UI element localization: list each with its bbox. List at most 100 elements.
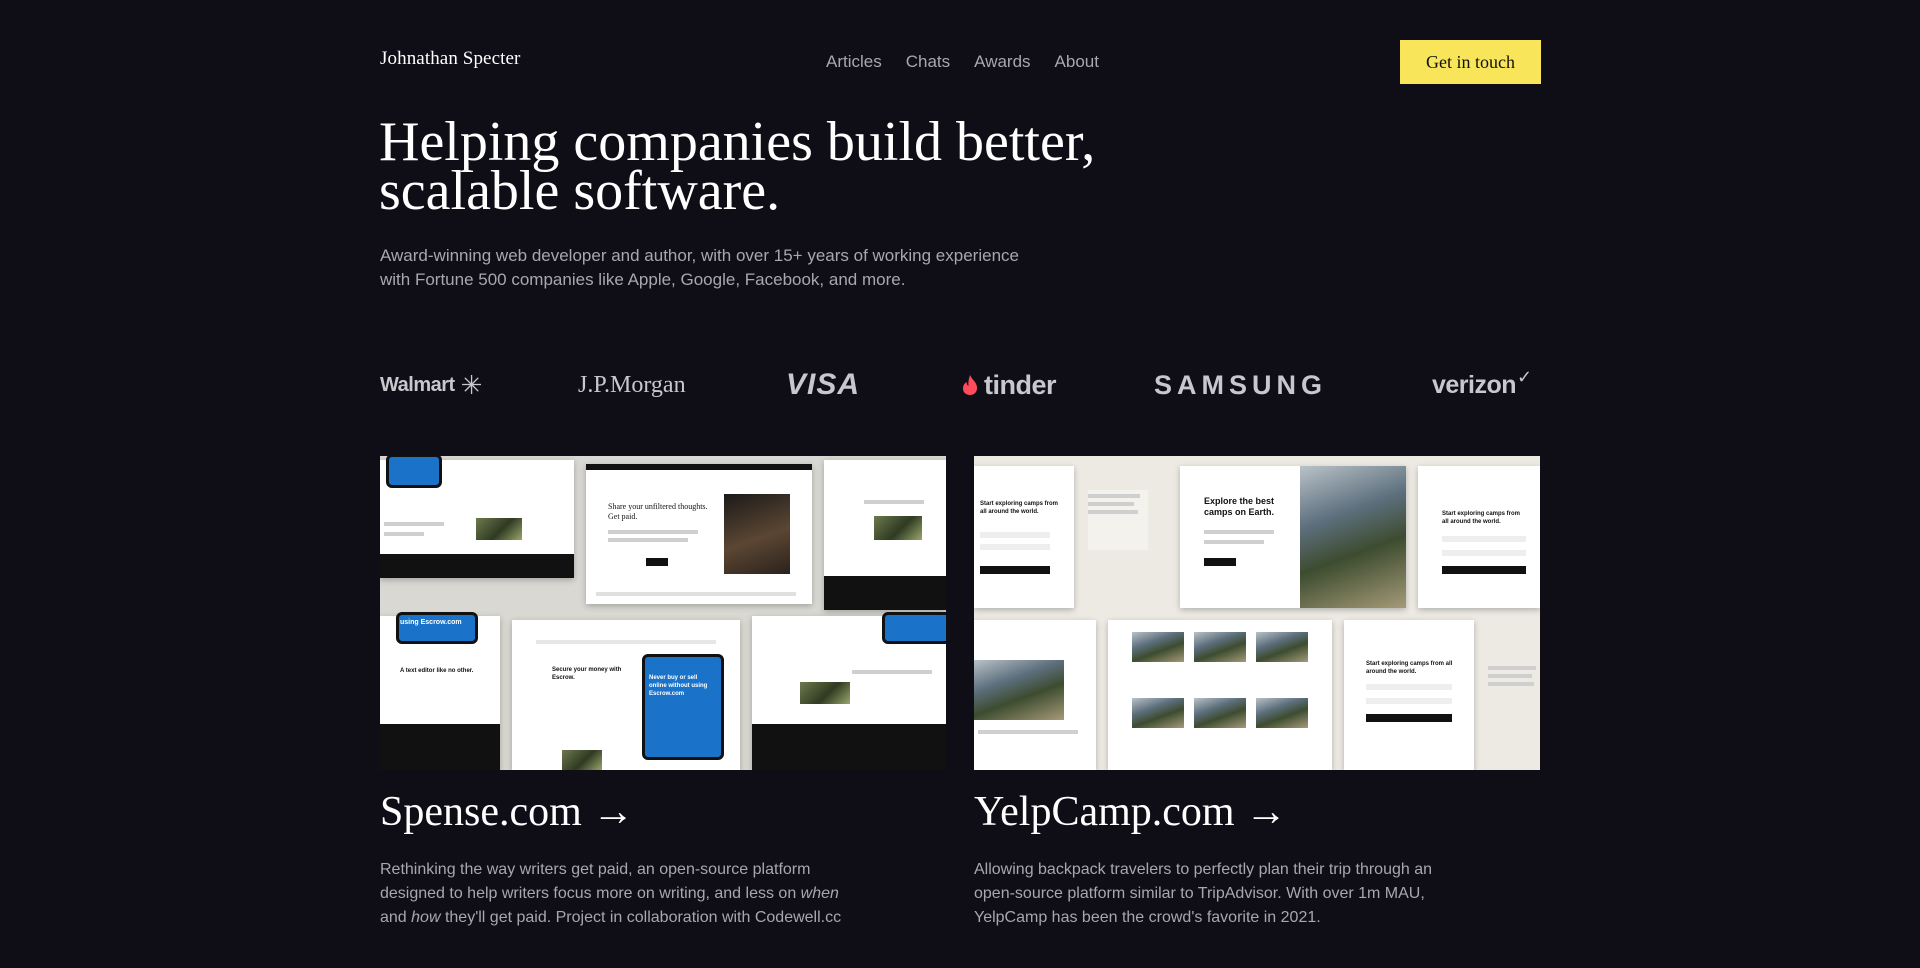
desc-text: they'll get paid. Project in collaborati… xyxy=(440,909,842,926)
preview-tag: using Escrow.com xyxy=(400,619,462,626)
preview-start-text: Start exploring camps from all around th… xyxy=(980,501,1059,515)
hero-subtitle: Award-winning web developer and author, … xyxy=(380,246,1019,289)
preview-panel xyxy=(380,456,574,578)
nav-chats[interactable]: Chats xyxy=(906,52,950,72)
preview-line xyxy=(1204,530,1274,534)
phone-mockup xyxy=(882,612,946,644)
preview-photo xyxy=(874,516,922,540)
desc-text: Rethinking the way writers get paid, an … xyxy=(380,861,811,902)
preview-panel: Share your unfiltered thoughts. Get paid… xyxy=(586,464,812,604)
project-title[interactable]: Spense.com → xyxy=(380,788,946,836)
camp-thumb xyxy=(1256,632,1308,662)
preview-panel xyxy=(824,460,946,610)
preview-quote xyxy=(1088,490,1148,550)
page: Johnathan Specter Articles Chats Awards … xyxy=(0,0,1920,968)
preview-panel xyxy=(974,620,1096,770)
preview-input xyxy=(1366,684,1452,690)
preview-start-text: Start exploring camps from all around th… xyxy=(1366,661,1453,675)
nav-awards[interactable]: Awards xyxy=(974,52,1030,72)
preview-panel xyxy=(1108,620,1332,770)
preview-panel: Start exploring camps from all around th… xyxy=(974,466,1074,608)
project-title[interactable]: YelpCamp.com → xyxy=(974,788,1540,836)
preview-photo xyxy=(1300,466,1406,608)
preview-logos-row xyxy=(596,592,796,596)
yelpcamp-preview-image[interactable]: Start exploring camps from all around th… xyxy=(974,456,1540,770)
verizon-wordmark: verizon xyxy=(1432,370,1517,399)
preview-topbar xyxy=(586,464,812,470)
camp-thumb xyxy=(1194,632,1246,662)
preview-panel: Start exploring camps from all around th… xyxy=(1418,466,1540,608)
brand-logo[interactable]: Johnathan Specter xyxy=(380,48,520,70)
preview-panel: Explore the best camps on Earth. xyxy=(1180,466,1406,608)
hero-title: Helping companies build better, scalable… xyxy=(379,111,1096,222)
walmart-logo: Walmart ✳ xyxy=(380,360,482,410)
preview-footer xyxy=(380,724,500,770)
preview-button xyxy=(1442,566,1526,574)
camp-thumb xyxy=(1256,698,1308,728)
project-card-spense[interactable]: Share your unfiltered thoughts. Get paid… xyxy=(380,456,946,930)
preview-editor-text: A text editor like no other. xyxy=(400,668,474,674)
main-nav: Articles Chats Awards About xyxy=(826,52,1099,72)
preview-footer xyxy=(380,554,574,578)
phone-mockup xyxy=(642,654,724,760)
get-in-touch-button[interactable]: Get in touch xyxy=(1400,40,1541,84)
preview-panel: Secure your money with Escrow. Never buy… xyxy=(512,620,740,770)
preview-line xyxy=(864,500,924,504)
desc-emphasis: how xyxy=(411,909,441,926)
project-description: Allowing backpack travelers to perfectly… xyxy=(974,861,1433,926)
preview-line xyxy=(1088,502,1134,506)
preview-button xyxy=(1204,558,1236,566)
camp-thumb xyxy=(1132,632,1184,662)
preview-line xyxy=(1204,540,1264,544)
preview-button xyxy=(980,566,1050,574)
preview-line xyxy=(852,670,932,674)
preview-line xyxy=(608,530,698,534)
preview-phone-text: Never buy or sell online without using E… xyxy=(649,675,708,697)
preview-headline: Share your unfiltered thoughts. Get paid… xyxy=(608,502,708,521)
camp-thumb xyxy=(1194,698,1246,728)
preview-quote xyxy=(1488,662,1540,722)
preview-line xyxy=(1488,666,1536,670)
spense-preview-image[interactable]: Share your unfiltered thoughts. Get paid… xyxy=(380,456,946,770)
preview-photo xyxy=(476,518,522,540)
preview-photo xyxy=(724,494,790,574)
preview-line xyxy=(608,538,688,542)
preview-input xyxy=(1442,536,1526,542)
preview-logos-row xyxy=(536,640,716,644)
spark-icon: ✳ xyxy=(460,369,483,400)
walmart-wordmark: Walmart xyxy=(380,373,455,396)
desc-emphasis: when xyxy=(800,885,839,902)
preview-headline: Explore the best camps on Earth. xyxy=(1204,496,1275,517)
preview-panel: Start exploring camps from all around th… xyxy=(1344,620,1474,770)
preview-start-text: Start exploring camps from all around th… xyxy=(1442,511,1521,525)
preview-button xyxy=(646,558,668,566)
visa-logo: VISA xyxy=(786,368,861,401)
preview-photo xyxy=(974,660,1064,720)
nav-about[interactable]: About xyxy=(1055,52,1099,72)
project-card-yelpcamp[interactable]: Start exploring camps from all around th… xyxy=(974,456,1540,930)
preview-footer xyxy=(824,576,946,610)
preview-input xyxy=(1366,698,1452,704)
samsung-logo: SAMSUNG xyxy=(1154,369,1328,400)
flame-icon xyxy=(963,375,977,395)
preview-photo xyxy=(562,750,602,770)
preview-secure-text: Secure your money with Escrow. xyxy=(552,667,622,681)
client-logos: Walmart ✳ J.P.Morgan VISA tinder SAMSUNG… xyxy=(380,360,1540,410)
preview-panel xyxy=(752,612,946,770)
verizon-logo: verizon ✓ xyxy=(1432,360,1532,410)
jpmorgan-logo: J.P.Morgan xyxy=(578,371,686,398)
preview-input xyxy=(980,532,1050,538)
preview-input xyxy=(1442,550,1526,556)
preview-photo xyxy=(800,682,850,704)
preview-button xyxy=(1366,714,1452,722)
preview-input xyxy=(980,544,1050,550)
preview-line xyxy=(978,730,1078,734)
desc-text: and xyxy=(380,909,412,926)
nav-articles[interactable]: Articles xyxy=(826,52,882,72)
phone-mockup xyxy=(386,456,442,488)
phone-mockup xyxy=(396,612,478,644)
camp-thumb xyxy=(1132,698,1184,728)
preview-line xyxy=(1488,682,1534,686)
preview-line xyxy=(1088,494,1140,498)
preview-panel: using Escrow.com A text editor like no o… xyxy=(380,612,500,770)
